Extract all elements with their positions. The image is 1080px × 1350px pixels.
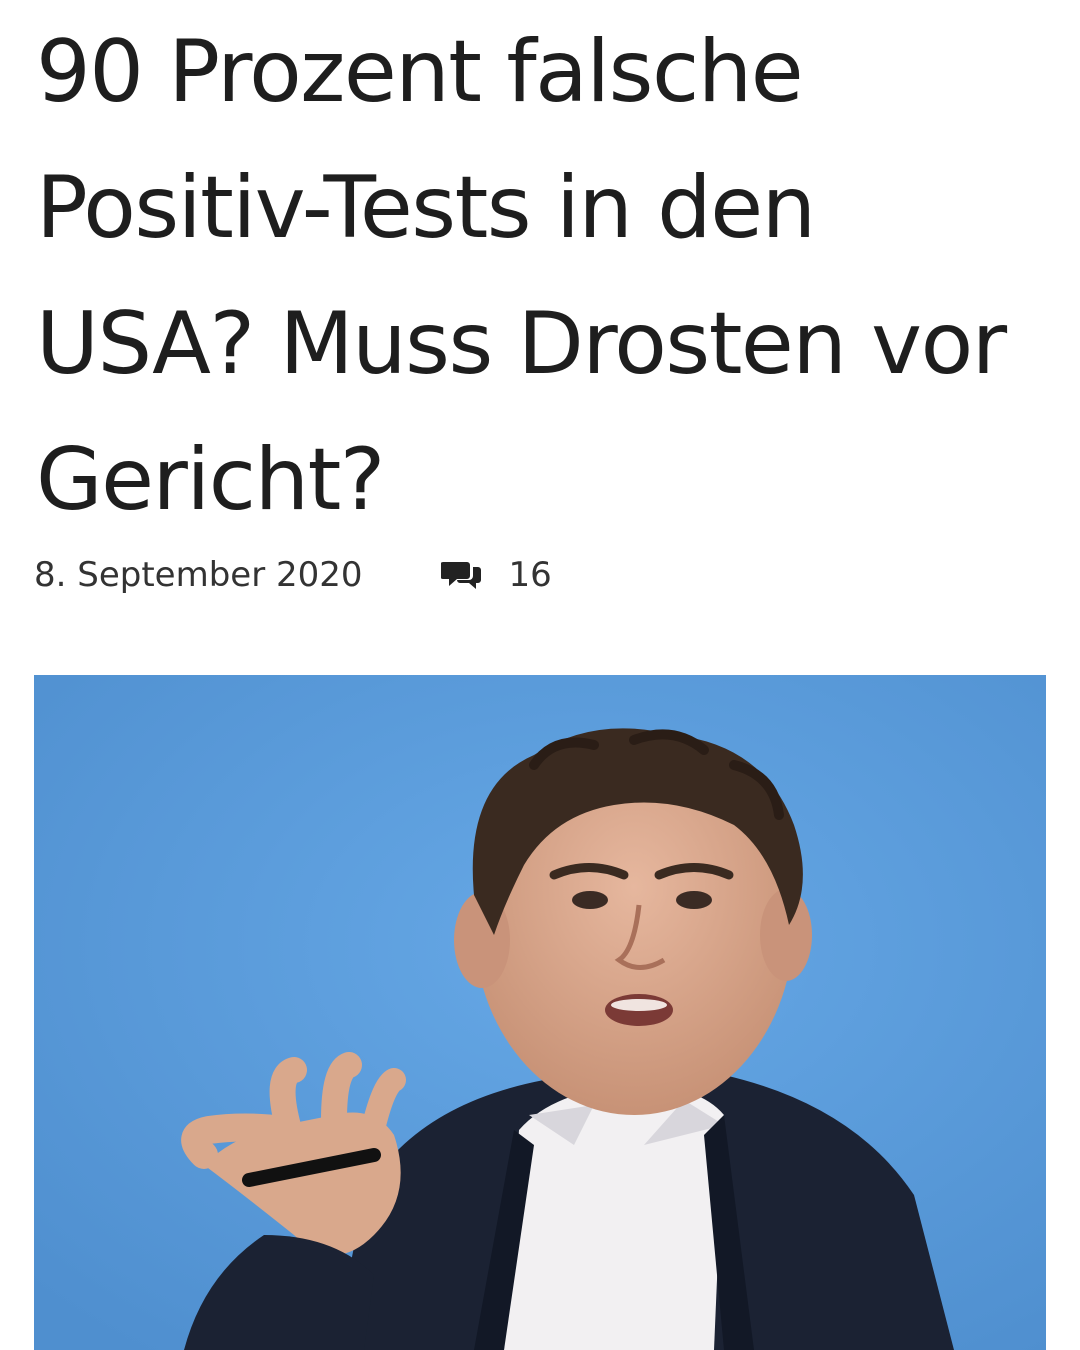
- hero-image[interactable]: [34, 675, 1046, 1350]
- article-date: 8. September 2020: [34, 555, 363, 595]
- article-meta: 8. September 2020 16: [34, 552, 552, 598]
- comments-icon: [440, 562, 481, 589]
- article-title: 90 Prozent falsche Positiv-Tests in den …: [36, 22, 1007, 530]
- comment-count: 16: [508, 555, 552, 595]
- comments-link[interactable]: 16: [440, 555, 552, 595]
- portrait-photo: [34, 675, 1046, 1350]
